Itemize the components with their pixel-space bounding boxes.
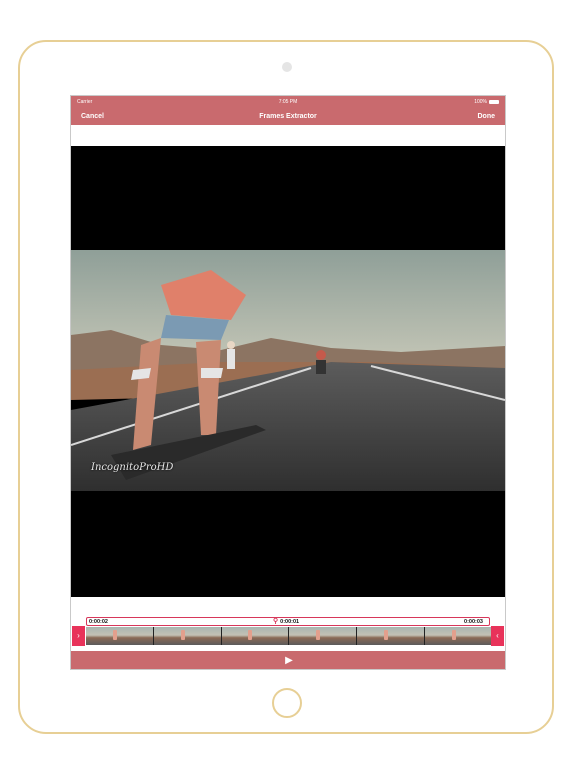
- frame-thumbnail[interactable]: [425, 627, 492, 645]
- frame-thumbnail[interactable]: [153, 627, 221, 645]
- right-trim-handle[interactable]: ‹: [491, 626, 504, 646]
- selected-time-label: 0:00:01: [280, 619, 300, 625]
- frame-thumbnail[interactable]: [357, 627, 425, 645]
- frame-thumbnail[interactable]: [221, 627, 289, 645]
- battery-percent: 100%: [474, 99, 487, 105]
- left-trim-handle[interactable]: ›: [72, 626, 85, 646]
- done-button[interactable]: Done: [478, 113, 496, 120]
- navigation-bar: Cancel Frames Extractor Done: [71, 108, 505, 125]
- home-button[interactable]: [272, 688, 302, 718]
- video-player[interactable]: IncognitoProHD: [71, 146, 505, 597]
- selected-time: ⚲ 0:00:01: [273, 618, 300, 625]
- front-camera: [282, 62, 292, 72]
- video-watermark: IncognitoProHD: [91, 462, 174, 473]
- start-time-label: 0:00:02: [89, 619, 108, 625]
- status-bar: Carrier 7:05 PM 100%: [71, 96, 505, 108]
- zoom-icon[interactable]: ⚲: [273, 618, 278, 625]
- end-time-label: 0:00:03: [464, 619, 483, 625]
- frame-timeline: 0:00:02 ⚲ 0:00:01 0:00:03 › ‹: [71, 614, 505, 654]
- status-time: 7:05 PM: [278, 99, 298, 105]
- frame-thumbnail[interactable]: [86, 627, 153, 645]
- battery-icon: [489, 100, 499, 104]
- frame-thumbnail[interactable]: [289, 627, 357, 645]
- page-title: Frames Extractor: [259, 113, 317, 120]
- battery-indicator: 100%: [474, 99, 499, 105]
- skateboard-scene: [71, 250, 505, 491]
- thumbnail-strip[interactable]: [86, 627, 492, 645]
- playback-controls: ▶: [71, 651, 505, 669]
- play-icon[interactable]: ▶: [283, 655, 295, 667]
- app-screen: Carrier 7:05 PM 100% Cancel Frames Extra…: [70, 95, 506, 670]
- video-frame: IncognitoProHD: [71, 250, 505, 491]
- time-range-bar: 0:00:02 ⚲ 0:00:01 0:00:03: [86, 617, 490, 626]
